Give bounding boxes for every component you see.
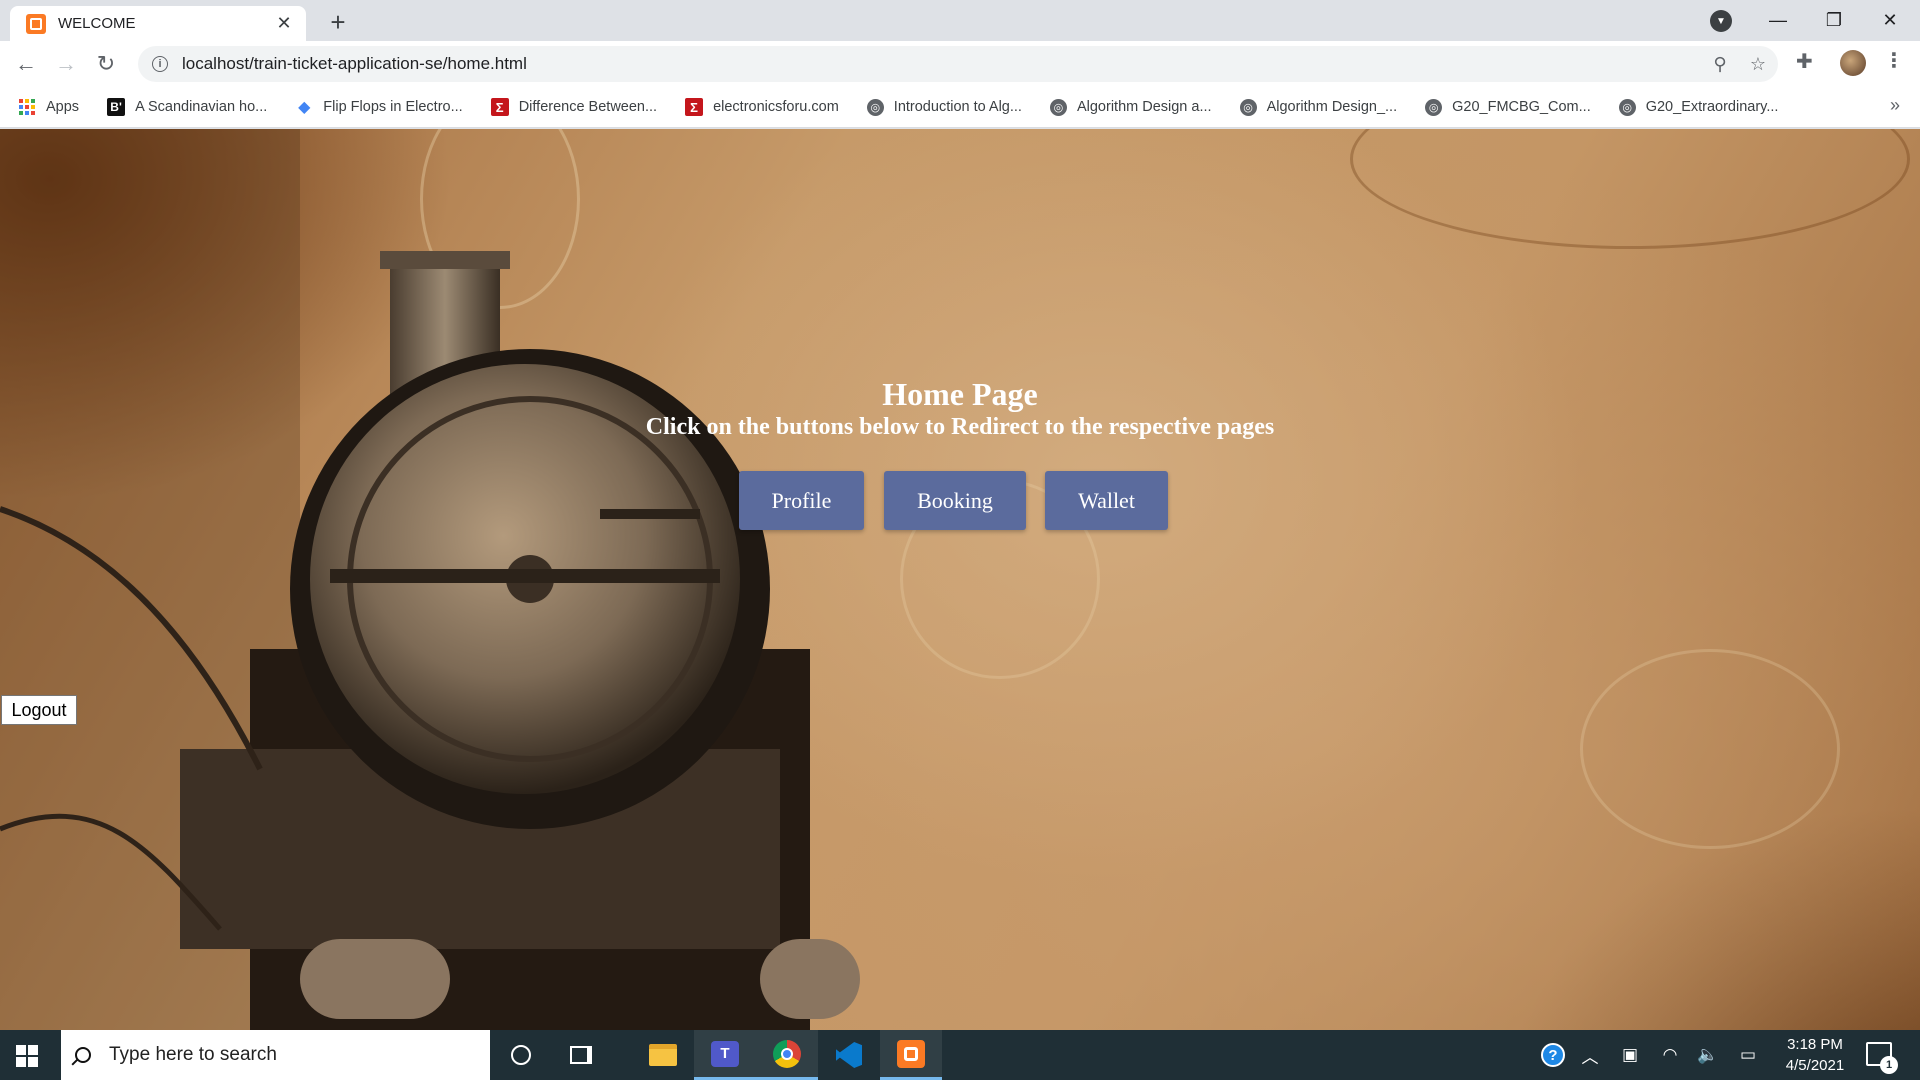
volume-icon[interactable]: 🔈 bbox=[1694, 1030, 1722, 1080]
tab-search-icon[interactable]: ▼ bbox=[1710, 10, 1732, 32]
background-swirl bbox=[1580, 649, 1840, 849]
sigma-icon: Σ bbox=[490, 98, 509, 116]
globe-icon: ◎ bbox=[1425, 98, 1443, 116]
search-placeholder: Type here to search bbox=[109, 1044, 277, 1065]
bookmark-label: Difference Between... bbox=[518, 99, 658, 115]
globe-icon: ◎ bbox=[1239, 98, 1257, 116]
bookmark-apps[interactable]: Apps bbox=[18, 98, 79, 116]
cortana-icon bbox=[511, 1045, 531, 1065]
page-subtitle: Click on the buttons below to Redirect t… bbox=[645, 414, 1275, 440]
zoom-icon[interactable]: ⚲ bbox=[1706, 50, 1734, 78]
help-icon: ? bbox=[1541, 1043, 1565, 1067]
tab-title: WELCOME bbox=[58, 15, 136, 32]
clock-time: 3:18 PM bbox=[1787, 1036, 1843, 1053]
task-view-button[interactable] bbox=[550, 1030, 612, 1080]
meet-now-icon[interactable]: ▣ bbox=[1616, 1030, 1644, 1080]
vscode-icon bbox=[836, 1042, 862, 1068]
extensions-puzzle-icon[interactable]: ✚ bbox=[1796, 49, 1813, 74]
search-icon bbox=[75, 1047, 91, 1063]
bookmark-label: Flip Flops in Electro... bbox=[323, 99, 463, 115]
bookmark-label: Introduction to Alg... bbox=[893, 99, 1022, 115]
page-content: Home Page Click on the buttons below to … bbox=[0, 129, 1920, 1030]
globe-icon: ◎ bbox=[1618, 98, 1636, 116]
taskbar-search-box[interactable]: Type here to search bbox=[61, 1030, 490, 1080]
back-arrow-icon[interactable]: ← bbox=[10, 48, 42, 80]
teams-icon: T bbox=[711, 1040, 739, 1067]
xampp-button[interactable] bbox=[880, 1030, 942, 1080]
b-icon: B' bbox=[107, 98, 126, 116]
xampp-favicon-icon bbox=[26, 13, 46, 34]
sigma-icon: Σ bbox=[685, 98, 704, 116]
file-explorer-button[interactable] bbox=[632, 1030, 694, 1080]
bookmark-label: Algorithm Design_... bbox=[1266, 99, 1398, 115]
bookmark-label: G20_Extraordinary... bbox=[1645, 99, 1779, 115]
folder-icon bbox=[649, 1044, 677, 1066]
bookmark-label: A Scandinavian ho... bbox=[135, 99, 268, 115]
task-view-icon bbox=[570, 1046, 592, 1064]
taskbar-clock[interactable]: 3:18 PM 4/5/2021 bbox=[1770, 1034, 1860, 1076]
close-window-button[interactable]: ✕ bbox=[1862, 0, 1918, 40]
site-info-icon[interactable]: i bbox=[152, 56, 168, 72]
locomotive-illustration bbox=[0, 129, 860, 1030]
chrome-button[interactable] bbox=[756, 1030, 818, 1080]
browser-tab-welcome[interactable]: WELCOME ✕ bbox=[10, 6, 306, 41]
bookmark-flip-flops[interactable]: ◆ Flip Flops in Electro... bbox=[295, 98, 463, 116]
bookmark-difference-between[interactable]: Σ Difference Between... bbox=[490, 98, 658, 116]
help-tray-button[interactable]: ? bbox=[1536, 1030, 1570, 1080]
windows-start-icon[interactable] bbox=[16, 1045, 38, 1067]
address-bar[interactable]: i localhost/train-ticket-application-se/… bbox=[138, 46, 1778, 82]
battery-icon[interactable]: ▭ bbox=[1734, 1030, 1762, 1080]
bookmarks-bar: Apps B' A Scandinavian ho... ◆ Flip Flop… bbox=[0, 87, 1920, 128]
apps-grid-icon bbox=[18, 98, 36, 116]
page-title: Home Page bbox=[882, 376, 1038, 412]
forward-arrow-icon[interactable]: → bbox=[50, 48, 82, 80]
tab-close-icon[interactable]: ✕ bbox=[274, 13, 294, 34]
browser-toolbar: ← → ↻ i localhost/train-ticket-applicati… bbox=[0, 41, 1920, 87]
maximize-button[interactable]: ❐ bbox=[1806, 0, 1862, 40]
url-text[interactable]: localhost/train-ticket-application-se/ho… bbox=[182, 54, 527, 74]
notification-count-badge: 1 bbox=[1880, 1056, 1898, 1074]
bookmarks-overflow-icon[interactable]: » bbox=[1890, 95, 1900, 116]
logout-button[interactable]: Logout bbox=[1, 695, 77, 725]
bookmark-electronicsforu[interactable]: Σ electronicsforu.com bbox=[685, 98, 839, 116]
bookmark-label: Algorithm Design a... bbox=[1076, 99, 1212, 115]
wifi-icon[interactable]: ◠ bbox=[1656, 1030, 1684, 1080]
windows-taskbar: Type here to search T ? ︿ ▣ ◠ 🔈 ▭ 3:18 P… bbox=[0, 1030, 1920, 1080]
bookmark-label: Apps bbox=[46, 99, 80, 115]
diamond-icon: ◆ bbox=[298, 99, 311, 116]
clock-date: 4/5/2021 bbox=[1785, 1057, 1845, 1074]
vscode-button[interactable] bbox=[818, 1030, 880, 1080]
tab-strip: WELCOME ✕ + ▼ — ❐ ✕ bbox=[0, 0, 1920, 41]
bookmark-star-icon[interactable]: ☆ bbox=[1744, 50, 1772, 78]
chrome-icon bbox=[773, 1039, 801, 1068]
minimize-button[interactable]: — bbox=[1750, 0, 1806, 40]
background-swirl bbox=[1350, 129, 1910, 249]
bookmark-g20-extraordinary[interactable]: ◎ G20_Extraordinary... bbox=[1618, 98, 1779, 116]
bookmark-label: electronicsforu.com bbox=[713, 99, 839, 115]
globe-icon: ◎ bbox=[1049, 98, 1067, 116]
bookmark-algorithm-design-b[interactable]: ◎ Algorithm Design_... bbox=[1239, 98, 1398, 116]
bookmark-label: G20_FMCBG_Com... bbox=[1452, 99, 1591, 115]
profile-button[interactable]: Profile bbox=[739, 471, 864, 530]
browser-menu-icon[interactable]: ⋮ bbox=[1884, 48, 1904, 73]
bookmark-intro-algorithms[interactable]: ◎ Introduction to Alg... bbox=[866, 98, 1022, 116]
new-tab-button[interactable]: + bbox=[322, 6, 354, 38]
globe-icon: ◎ bbox=[866, 98, 884, 116]
profile-avatar[interactable] bbox=[1840, 50, 1866, 76]
bookmark-scandinavian[interactable]: B' A Scandinavian ho... bbox=[107, 98, 267, 116]
booking-button[interactable]: Booking bbox=[884, 471, 1026, 530]
xampp-icon bbox=[897, 1039, 925, 1068]
bookmark-algorithm-design-a[interactable]: ◎ Algorithm Design a... bbox=[1049, 98, 1212, 116]
wallet-button[interactable]: Wallet bbox=[1045, 471, 1168, 530]
bookmark-g20-fmcbg[interactable]: ◎ G20_FMCBG_Com... bbox=[1425, 98, 1591, 116]
cortana-button[interactable] bbox=[490, 1030, 552, 1080]
chevron-up-icon[interactable]: ︿ bbox=[1576, 1030, 1604, 1080]
teams-button[interactable]: T bbox=[694, 1030, 756, 1080]
reload-icon[interactable]: ↻ bbox=[90, 48, 122, 80]
